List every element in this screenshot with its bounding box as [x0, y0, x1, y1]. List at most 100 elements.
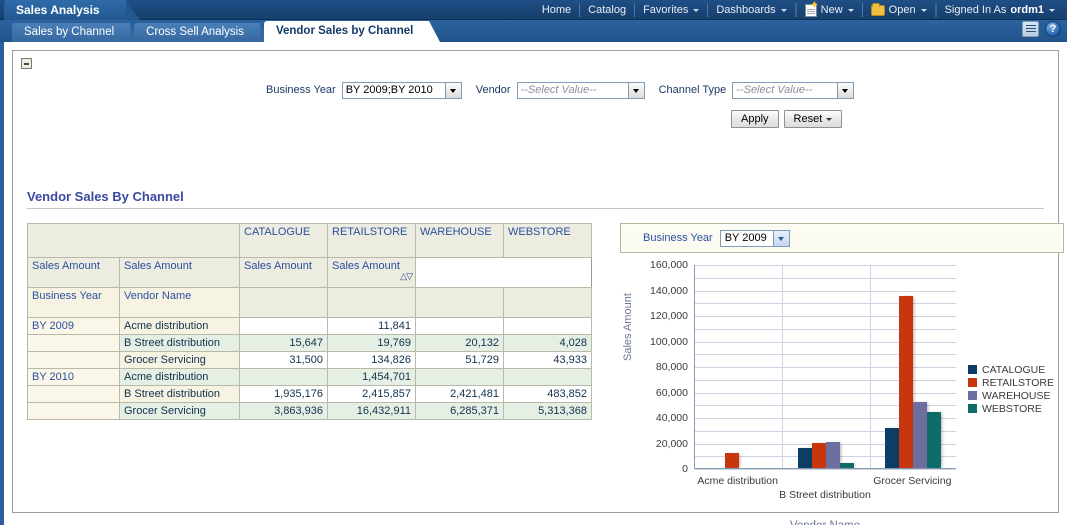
application-tab[interactable]: Sales Analysis [4, 0, 140, 20]
business-year-combo[interactable]: BY 2009;BY 2010 [341, 81, 462, 99]
legend-item[interactable]: CATALOGUE [968, 363, 1054, 376]
column-header-warehouse[interactable]: WAREHOUSE [415, 223, 504, 258]
nav-open-label: Open [888, 4, 916, 16]
measure-header-webstore: Sales Amount △▽ [327, 257, 416, 288]
column-header-webstore[interactable]: WEBSTORE [503, 223, 592, 258]
chart-business-year-label: Business Year [643, 232, 713, 244]
dashboard-tab-strip: Sales by Channel Cross Sell Analysis Ven… [0, 20, 1067, 42]
global-nav: Home Catalog Favorites Dashboards New Op… [534, 0, 1063, 20]
nav-favorites[interactable]: Favorites [635, 3, 709, 17]
signed-in-as[interactable]: Signed In As ordm1 [937, 3, 1063, 17]
y-tick-label: 40,000 [655, 412, 688, 424]
table-row: Grocer Servicing 31,500 134,826 51,729 4… [27, 351, 592, 369]
legend-item[interactable]: WAREHOUSE [968, 389, 1054, 402]
measure-header-catalogue: Sales Amount [27, 257, 120, 288]
pivot-channel-header-row: CATALOGUE RETAILSTORE WAREHOUSE WEBSTORE [27, 223, 592, 258]
cell-webstore [503, 368, 592, 386]
bar[interactable] [927, 412, 942, 468]
row-header-vendor-name[interactable]: Vendor Name [119, 287, 240, 318]
channel-type-label: Channel Type [658, 84, 727, 96]
vendor-dropdown-button[interactable] [628, 81, 645, 99]
bar[interactable] [812, 442, 826, 468]
cell-year: BY 2009 [27, 317, 120, 335]
business-year-input[interactable]: BY 2009;BY 2010 [341, 81, 446, 99]
channel-type-dropdown-button[interactable] [838, 81, 855, 99]
nav-home-label: Home [541, 4, 572, 16]
global-header: Sales Analysis Home Catalog Favorites Da… [0, 0, 1067, 20]
cell-retailstore: 134,826 [327, 351, 416, 369]
bar[interactable] [798, 448, 812, 468]
spacer-cell-4 [503, 287, 592, 318]
tab-cross-sell-analysis[interactable]: Cross Sell Analysis [134, 23, 271, 42]
nav-home[interactable]: Home [534, 3, 581, 17]
chevron-down-icon [1049, 8, 1055, 12]
cell-catalogue [239, 317, 328, 335]
bar[interactable] [826, 442, 840, 468]
chart-y-axis-title: Sales Amount [622, 293, 634, 361]
pivot-measure-header-row: Sales Amount Sales Amount Sales Amount S… [27, 257, 592, 288]
bar[interactable] [885, 427, 900, 468]
cell-retailstore: 2,415,857 [327, 385, 416, 403]
cell-vendor: Acme distribution [119, 368, 240, 386]
y-tick-label: 0 [682, 463, 688, 475]
cell-webstore [503, 317, 592, 335]
cell-vendor: Acme distribution [119, 317, 240, 335]
cell-warehouse: 20,132 [415, 334, 504, 352]
column-header-retailstore[interactable]: RETAILSTORE [327, 223, 416, 258]
nav-new[interactable]: New [797, 0, 863, 17]
tab-vendor-sales-by-channel[interactable]: Vendor Sales by Channel [263, 21, 441, 42]
chart-y-axis-ticks: 0 20,000 40,000 60,000 80,000 100,000 120,000 1… [634, 259, 692, 475]
bar[interactable] [913, 402, 928, 468]
nav-dashboards[interactable]: Dashboards [708, 3, 797, 17]
measure-header-retailstore: Sales Amount [119, 257, 240, 288]
tab-sales-by-channel[interactable]: Sales by Channel [12, 23, 142, 42]
legend-item[interactable]: RETAILSTORE [968, 376, 1054, 389]
signed-in-label: Signed In As [944, 4, 1007, 16]
help-icon[interactable]: ? [1045, 21, 1061, 37]
spacer-cell-2 [327, 287, 416, 318]
channel-type-combo[interactable]: --Select Value-- [732, 81, 855, 99]
bar[interactable] [899, 296, 914, 468]
reset-button[interactable]: Reset [783, 110, 843, 128]
chevron-down-icon[interactable] [772, 230, 789, 246]
prompt-bar: Business Year BY 2009;BY 2010 Vendor --S… [13, 79, 1058, 145]
sort-arrows-icon[interactable]: △▽ [400, 270, 413, 282]
cell-webstore: 4,028 [503, 334, 592, 352]
column-header-catalogue[interactable]: CATALOGUE [239, 223, 328, 258]
y-tick-label: 120,000 [650, 310, 688, 322]
nav-dashboards-label: Dashboards [716, 4, 776, 16]
page-options-icon[interactable] [1022, 21, 1039, 37]
cell-warehouse: 51,729 [415, 351, 504, 369]
chart-business-year-select[interactable]: BY 2009 [719, 229, 790, 247]
chart-x-axis-title: Vendor Name [694, 520, 956, 525]
collapse-section-button[interactable] [21, 58, 32, 69]
legend-swatch [968, 365, 977, 374]
vendor-combo[interactable]: --Select Value-- [516, 81, 645, 99]
chevron-down-icon [826, 117, 833, 121]
channel-type-input[interactable]: --Select Value-- [732, 81, 839, 99]
business-year-dropdown-button[interactable] [445, 81, 462, 99]
bar[interactable] [724, 452, 739, 468]
page-body: Business Year BY 2009;BY 2010 Vendor --S… [0, 42, 1067, 525]
chevron-down-icon [920, 8, 927, 12]
chevron-down-icon [847, 8, 854, 12]
cell-warehouse [415, 368, 504, 386]
bar[interactable] [840, 462, 854, 468]
cell-warehouse: 6,285,371 [415, 402, 504, 420]
cell-year: BY 2010 [27, 368, 120, 386]
title-divider [27, 208, 1044, 209]
nav-new-label: New [820, 4, 843, 16]
dashboard-content-frame: Business Year BY 2009;BY 2010 Vendor --S… [12, 50, 1064, 525]
cell-warehouse [415, 317, 504, 335]
apply-button[interactable]: Apply [731, 110, 779, 128]
cell-warehouse: 2,421,481 [415, 385, 504, 403]
nav-open[interactable]: Open [863, 2, 937, 17]
cell-year [27, 385, 120, 403]
row-header-business-year[interactable]: Business Year [27, 287, 120, 318]
legend-swatch [968, 391, 977, 400]
nav-catalog[interactable]: Catalog [580, 3, 636, 17]
legend-label: RETAILSTORE [982, 376, 1054, 389]
vendor-input[interactable]: --Select Value-- [516, 81, 629, 99]
legend-item[interactable]: WEBSTORE [968, 402, 1054, 415]
reset-button-label: Reset [793, 113, 823, 125]
